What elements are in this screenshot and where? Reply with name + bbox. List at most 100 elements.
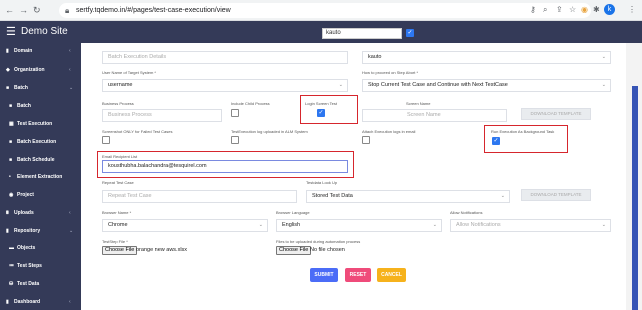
- sidebar-item-batch-group[interactable]: ■ Batch ⌄: [6, 85, 73, 92]
- files-upload-choose-button[interactable]: Choose File: [276, 246, 312, 255]
- bookmark-star-icon[interactable]: ☆: [569, 5, 576, 14]
- run-background-checkbox[interactable]: ✓: [492, 137, 500, 145]
- repeat-test-case-label: Repeat Test Case: [102, 180, 134, 185]
- profile-avatar[interactable]: k: [604, 4, 615, 15]
- sidebar-item-batch[interactable]: ■ Batch: [9, 103, 31, 110]
- chevron-down-icon: ⌄: [601, 82, 606, 88]
- screenshots-failed-label: Screenshot ONLY for Failed Test Cases: [102, 129, 173, 134]
- attach-log-email-checkbox[interactable]: [362, 136, 370, 144]
- sidebar-item-domain[interactable]: ▮ Domain ‹: [6, 48, 71, 55]
- share-icon[interactable]: ⇪: [556, 5, 563, 14]
- email-recipient-input[interactable]: kousthubha.balachandra@tesquirel.com: [102, 160, 348, 173]
- filter-icon: ⩩: [6, 210, 9, 216]
- reload-icon[interactable]: ↻: [33, 4, 41, 16]
- chevron-down-icon: ⌄: [432, 222, 437, 228]
- sidebar-item-repository[interactable]: ▮ Repository ⌄: [6, 228, 73, 235]
- brand-title: Demo Site: [21, 26, 68, 37]
- login-screen-test-checkbox[interactable]: ✓: [317, 109, 325, 117]
- extension-icon[interactable]: ◉: [581, 5, 588, 14]
- objects-icon: ▬: [9, 245, 14, 251]
- project-search-input[interactable]: kauto: [322, 28, 402, 39]
- proceed-on-abort-select[interactable]: Stop Current Test Case and Continue with…: [362, 79, 611, 92]
- chart-icon: ▮: [6, 228, 9, 234]
- business-process-label: Business Process: [102, 101, 134, 106]
- zoom-icon[interactable]: ⌕: [543, 5, 547, 15]
- reset-button[interactable]: RESET: [345, 268, 371, 282]
- sidebar-item-batch-execution[interactable]: ■ Batch Execution: [9, 139, 56, 146]
- browser-name-select[interactable]: Chrome ⌄: [102, 219, 268, 232]
- address-bar[interactable]: 🔒︎ sertfy.tqdemo.in/#/pages/test-case-ex…: [59, 3, 591, 18]
- files-upload-status: No file chosen: [310, 247, 345, 253]
- app-header: ☰ Demo Site Kousthubha balachandra ⌂: [0, 21, 642, 60]
- sidebar-item-test-execution[interactable]: ▦ Test Execution: [9, 121, 52, 128]
- user-name-target-label: User Name of Target System *: [102, 70, 156, 75]
- sidebar-item-test-steps[interactable]: ≔ Test Steps: [9, 263, 42, 270]
- highlight-login-screen-test: [300, 95, 358, 124]
- teststep-file-label: TestStep File *: [102, 239, 128, 244]
- forward-icon[interactable]: →: [19, 4, 28, 16]
- screen-name-input[interactable]: Screen Name: [362, 109, 507, 122]
- business-process-input[interactable]: Business Process: [102, 109, 222, 122]
- chart-icon: ▮: [6, 48, 9, 54]
- teststep-file-name: orange new aws.xlsx: [136, 247, 188, 253]
- proceed-on-abort-label: How to proceed on Step Abort *: [362, 70, 419, 75]
- batch-execution-details-input[interactable]: Batch Execution Details: [102, 51, 348, 64]
- download-template-button-2[interactable]: DOWNLOAD TEMPLATE: [521, 189, 591, 201]
- dot-icon: •: [9, 174, 11, 180]
- url-text: sertfy.tqdemo.in/#/pages/test-case-execu…: [76, 7, 231, 14]
- sidebar-item-batch-schedule[interactable]: ■ Batch Schedule: [9, 157, 55, 164]
- testdata-lookup-label: Testdata Look Up: [306, 180, 338, 185]
- screenshots-failed-checkbox[interactable]: [102, 136, 110, 144]
- login-screen-test-label: Login Screen Test: [305, 101, 337, 106]
- attach-log-email-label: Attach Execution logs in email: [362, 129, 416, 134]
- key-icon[interactable]: ⚷: [530, 5, 536, 14]
- cancel-button[interactable]: CANCEL: [377, 268, 406, 282]
- kebab-menu-icon[interactable]: ⋮: [628, 5, 636, 14]
- include-child-process-label: Include Child Process: [231, 101, 270, 106]
- puzzle-icon[interactable]: ✱: [593, 5, 600, 14]
- log-uploaded-alm-checkbox[interactable]: [231, 136, 239, 144]
- list-icon: ≔: [9, 263, 14, 269]
- sidebar-item-dashboard[interactable]: ▮ Dashboard ‹: [6, 299, 71, 306]
- chevron-down-icon: ⌄: [601, 222, 606, 228]
- folder-icon: ■: [9, 139, 13, 145]
- sidebar-item-project[interactable]: ◉ Project: [9, 192, 34, 199]
- download-template-button[interactable]: DOWNLOAD TEMPLATE: [521, 108, 591, 120]
- organization-icon: ◆: [6, 67, 10, 73]
- screen-name-label: Screen Name: [406, 101, 431, 106]
- allow-notifications-label: Allow Notifications: [450, 210, 483, 215]
- allow-notifications-select[interactable]: Allow Notifications ⌄: [450, 219, 611, 232]
- sidebar-item-uploads[interactable]: ⩩ Uploads ‹: [6, 210, 71, 217]
- run-background-label: Run Execution As Background Task: [491, 129, 555, 134]
- teststep-file-choose-button[interactable]: Choose File: [102, 246, 138, 255]
- hamburger-menu-icon[interactable]: ☰: [6, 26, 16, 38]
- files-upload-label: Files to be uploaded during automation p…: [276, 239, 361, 244]
- sidebar-item-objects[interactable]: ▬ Objects: [9, 245, 35, 252]
- database-icon: ⛁: [9, 281, 14, 287]
- sidebar-item-element-extraction[interactable]: • Element Extraction: [9, 174, 62, 181]
- sidebar-item-organization[interactable]: ◆ Organization ‹: [6, 67, 71, 74]
- chart-icon: ▮: [6, 299, 9, 305]
- chevron-down-icon: ⌄: [500, 193, 505, 199]
- chevron-down-icon: ⌄: [258, 222, 263, 228]
- submit-button[interactable]: SUBMIT: [310, 268, 338, 282]
- folder-icon: ■: [6, 85, 10, 91]
- testdata-lookup-select[interactable]: Stored Test Data ⌄: [306, 190, 510, 203]
- header-checkbox[interactable]: ✓: [406, 29, 414, 37]
- include-child-process-checkbox[interactable]: [231, 109, 239, 117]
- folder-icon: ■: [9, 157, 13, 163]
- browser-name-label: Browser Name *: [102, 210, 132, 215]
- sidebar-item-test-data[interactable]: ⛁ Test Data: [9, 281, 39, 288]
- folder-icon: ■: [9, 103, 13, 109]
- browser-language-label: Browser Language: [276, 210, 310, 215]
- user-name-target-select[interactable]: username ⌄: [102, 79, 348, 92]
- top-right-select[interactable]: kauto ⌄: [362, 51, 611, 64]
- browser-language-select[interactable]: English ⌄: [276, 219, 442, 232]
- browser-toolbar: ← → ↻ 🔒︎ sertfy.tqdemo.in/#/pages/test-c…: [0, 0, 642, 21]
- back-icon[interactable]: ←: [5, 4, 14, 16]
- chevron-down-icon: ⌄: [338, 82, 343, 88]
- project-icon: ◉: [9, 192, 14, 198]
- repeat-test-case-input[interactable]: Repeat Test Case: [102, 190, 297, 203]
- page-scrollbar[interactable]: [632, 86, 638, 310]
- chevron-down-icon: ⌄: [601, 54, 606, 60]
